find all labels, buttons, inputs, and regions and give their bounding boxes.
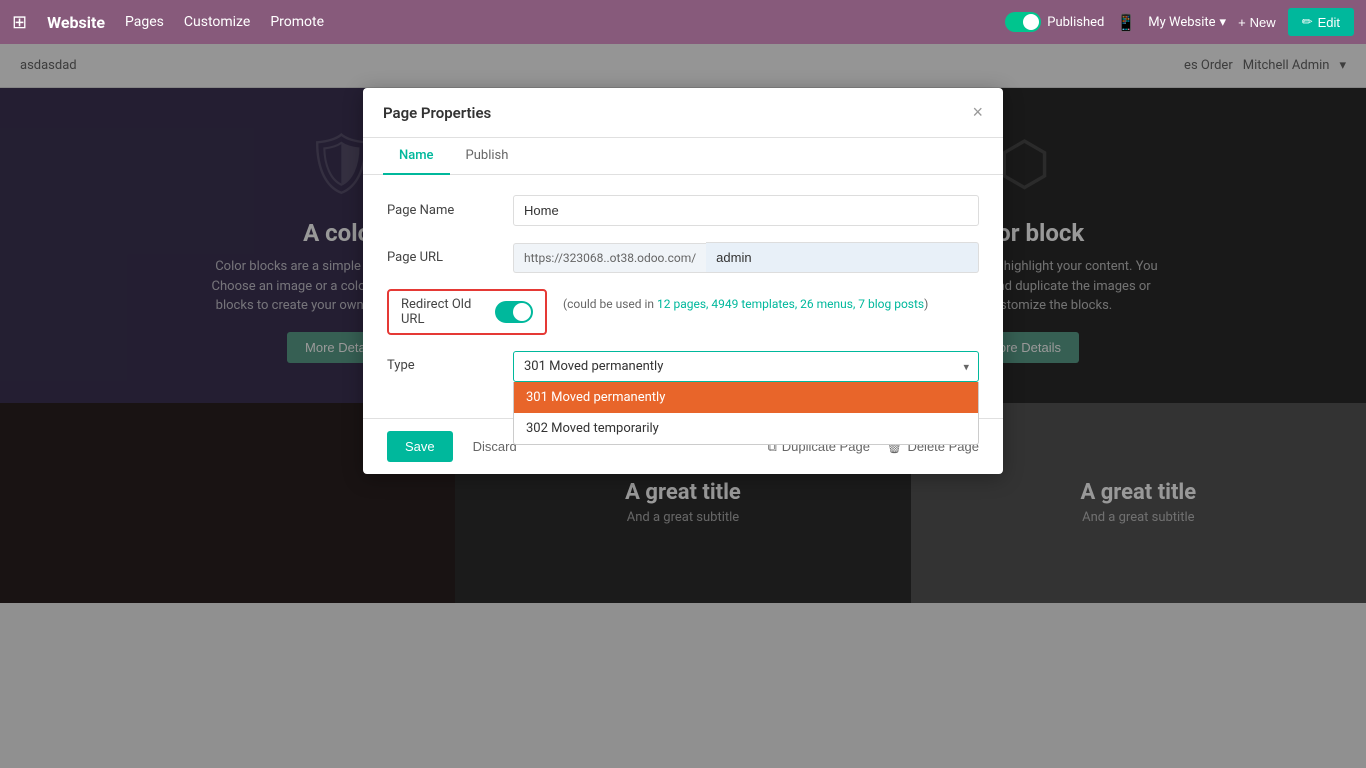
pencil-icon: ✏	[1302, 14, 1313, 30]
save-button[interactable]: Save	[387, 431, 453, 462]
redirect-row: Redirect Old URL (could be used in 12 pa…	[387, 289, 979, 335]
top-navigation: ⊞ Website Pages Customize Promote Publis…	[0, 0, 1366, 44]
modal-body: Page Name Page URL https://323068..ot38.…	[363, 175, 1003, 418]
url-field-group: https://323068..ot38.odoo.com/	[513, 242, 979, 273]
page-properties-modal: Page Properties × Name Publish Page Name…	[363, 88, 1003, 474]
brand-logo: Website	[47, 13, 105, 32]
mobile-icon[interactable]: 📱	[1116, 13, 1136, 32]
redirect-hint-link[interactable]: 12 pages, 4949 templates, 26 menus, 7 bl…	[657, 297, 924, 311]
page-url-row: Page URL https://323068..ot38.odoo.com/	[387, 242, 979, 273]
modal-tabs: Name Publish	[363, 138, 1003, 175]
page-background: asdasdad es Order Mitchell Admin ▾ 🛡 A c…	[0, 44, 1366, 768]
redirect-toggle[interactable]	[495, 301, 533, 323]
grid-icon[interactable]: ⊞	[12, 12, 27, 33]
dropdown-option-302[interactable]: 302 Moved temporarily	[514, 413, 978, 444]
modal-close-button[interactable]: ×	[972, 102, 983, 123]
page-name-row: Page Name	[387, 195, 979, 226]
dropdown-option-301[interactable]: 301 Moved permanently	[514, 382, 978, 413]
redirect-label: Redirect Old URL	[401, 297, 485, 327]
nav-links: Pages Customize Promote	[125, 14, 324, 30]
type-dropdown-wrapper: 301 Moved permanently ▾ 301 Moved perman…	[513, 351, 979, 382]
modal-header: Page Properties ×	[363, 88, 1003, 138]
new-button[interactable]: + New	[1238, 15, 1276, 30]
type-dropdown[interactable]: 301 Moved permanently	[513, 351, 979, 382]
nav-customize[interactable]: Customize	[184, 14, 250, 30]
type-dropdown-list: 301 Moved permanently 302 Moved temporar…	[513, 382, 979, 445]
page-url-label: Page URL	[387, 250, 497, 265]
nav-right: Published 📱 My Website ▾ + New ✏ Edit	[1005, 8, 1354, 36]
modal-title: Page Properties	[383, 104, 491, 122]
type-row: Type 301 Moved permanently ▾ 301 Moved p…	[387, 351, 979, 382]
tab-publish[interactable]: Publish	[450, 138, 525, 175]
edit-button[interactable]: ✏ Edit	[1288, 8, 1354, 36]
nav-pages[interactable]: Pages	[125, 14, 164, 30]
nav-promote[interactable]: Promote	[270, 14, 324, 30]
chevron-down-icon: ▾	[1220, 15, 1227, 30]
my-website-button[interactable]: My Website ▾	[1148, 15, 1226, 30]
redirect-hint: (could be used in 12 pages, 4949 templat…	[563, 289, 979, 313]
url-prefix: https://323068..ot38.odoo.com/	[513, 243, 706, 273]
redirect-label-box: Redirect Old URL	[387, 289, 547, 335]
page-name-input[interactable]	[513, 195, 979, 226]
url-input[interactable]	[706, 242, 979, 273]
page-name-label: Page Name	[387, 203, 497, 218]
published-toggle[interactable]: Published	[1005, 12, 1104, 32]
published-switch[interactable]	[1005, 12, 1041, 32]
type-label: Type	[387, 351, 497, 373]
tab-name[interactable]: Name	[383, 138, 450, 175]
